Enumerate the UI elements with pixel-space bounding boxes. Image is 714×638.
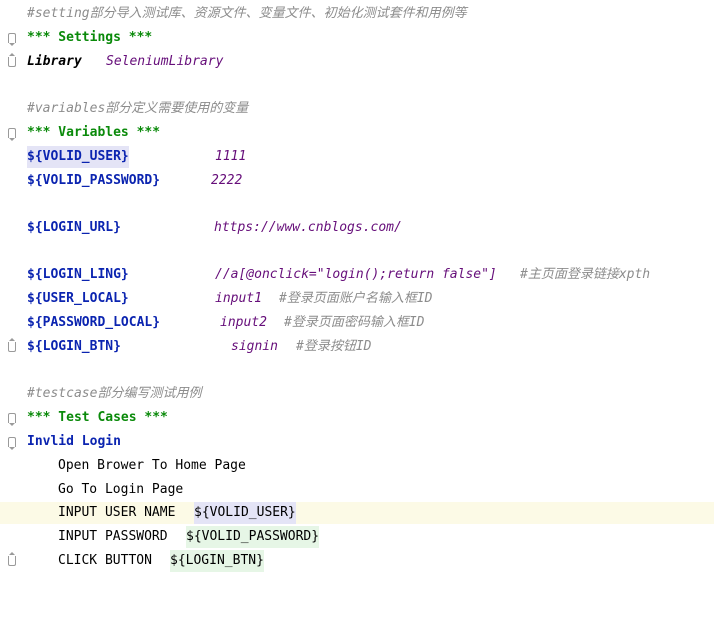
variable-line[interactable]: ${LOGIN_LING} //a[@onclick="login();retu… [0, 264, 714, 286]
variables-section-header: *** Variables *** [27, 125, 161, 140]
settings-header-line[interactable]: *** Settings *** [0, 27, 714, 49]
fold-open-icon[interactable] [8, 33, 16, 46]
inline-comment: #主页面登录链接xpth [520, 267, 651, 282]
step-line[interactable]: INPUT PASSWORD ${VOLID_PASSWORD} [0, 526, 714, 548]
variable-name: ${LOGIN_BTN} [27, 339, 121, 354]
variable-value: https://www.cnblogs.com/ [214, 220, 402, 235]
step-line[interactable]: CLICK BUTTON ${LOGIN_BTN} [0, 550, 714, 572]
variable-line[interactable]: ${PASSWORD_LOCAL} input2 #登录页面密码输入框ID [0, 312, 714, 334]
step-line[interactable]: Go To Login Page [0, 479, 714, 501]
fold-close-icon[interactable] [8, 552, 16, 566]
step-argument: ${VOLID_USER} [194, 502, 296, 524]
variable-name: ${VOLID_USER} [27, 146, 129, 168]
step-argument: ${LOGIN_BTN} [170, 550, 264, 572]
variable-name: ${PASSWORD_LOCAL} [27, 315, 161, 330]
comment-line[interactable]: #variables部分定义需要使用的变量 [0, 98, 714, 120]
variables-header-line[interactable]: *** Variables *** [0, 122, 714, 144]
variable-name: ${LOGIN_URL} [27, 220, 121, 235]
library-line[interactable]: Library SeleniumLibrary [0, 51, 714, 73]
variable-line[interactable]: ${LOGIN_BTN} signin #登录按钮ID [0, 336, 714, 358]
variable-value: signin [231, 339, 278, 354]
variable-name: ${LOGIN_LING} [27, 267, 129, 282]
variable-line[interactable]: ${USER_LOCAL} input1 #登录页面账户名输入框ID [0, 288, 714, 310]
step-keyword: INPUT USER NAME [58, 505, 176, 520]
testcase-name: Invlid Login [27, 434, 121, 449]
variable-line[interactable]: ${VOLID_USER} 1111 [0, 146, 714, 168]
settings-section-header: *** Settings *** [27, 30, 153, 45]
inline-comment: #登录按钮ID [296, 339, 372, 354]
variable-value: 1111 [215, 149, 247, 164]
step-argument: ${VOLID_PASSWORD} [186, 526, 320, 548]
fold-open-icon[interactable] [8, 128, 16, 141]
fold-close-icon[interactable] [8, 338, 16, 352]
variable-value: //a[@onclick="login();return false"] [215, 267, 497, 282]
variable-value: input2 [220, 315, 267, 330]
step-keyword: CLICK BUTTON [58, 553, 152, 568]
variable-value: 2222 [211, 173, 243, 188]
variable-value: input1 [215, 291, 262, 306]
library-value: SeleniumLibrary [106, 54, 224, 69]
fold-close-icon[interactable] [8, 53, 16, 67]
comment-text: #variables部分定义需要使用的变量 [27, 101, 249, 116]
step-keyword: INPUT PASSWORD [58, 529, 168, 544]
fold-open-icon[interactable] [8, 437, 16, 450]
comment-text: #setting部分导入测试库、资源文件、变量文件、初始化测试套件和用例等 [27, 6, 467, 21]
step-line-current[interactable]: INPUT USER NAME ${VOLID_USER} [0, 502, 714, 524]
comment-line[interactable]: #setting部分导入测试库、资源文件、变量文件、初始化测试套件和用例等 [0, 3, 714, 25]
variable-name: ${USER_LOCAL} [27, 291, 129, 306]
testcase-name-line[interactable]: Invlid Login [0, 431, 714, 453]
variable-name: ${VOLID_PASSWORD} [27, 173, 161, 188]
step-line[interactable]: Open Brower To Home Page [0, 455, 714, 477]
fold-open-icon[interactable] [8, 413, 16, 426]
comment-text: #testcase部分编写测试用例 [27, 386, 202, 401]
inline-comment: #登录页面密码输入框ID [284, 315, 425, 330]
inline-comment: #登录页面账户名输入框ID [279, 291, 433, 306]
step-keyword: Go To Login Page [58, 482, 184, 497]
variable-line[interactable]: ${LOGIN_URL} https://www.cnblogs.com/ [0, 217, 714, 239]
testcases-header-line[interactable]: *** Test Cases *** [0, 407, 714, 429]
library-keyword: Library [27, 54, 82, 69]
step-keyword: Open Brower To Home Page [58, 458, 246, 473]
comment-line[interactable]: #testcase部分编写测试用例 [0, 383, 714, 405]
variable-line[interactable]: ${VOLID_PASSWORD} 2222 [0, 170, 714, 192]
testcases-section-header: *** Test Cases *** [27, 410, 168, 425]
